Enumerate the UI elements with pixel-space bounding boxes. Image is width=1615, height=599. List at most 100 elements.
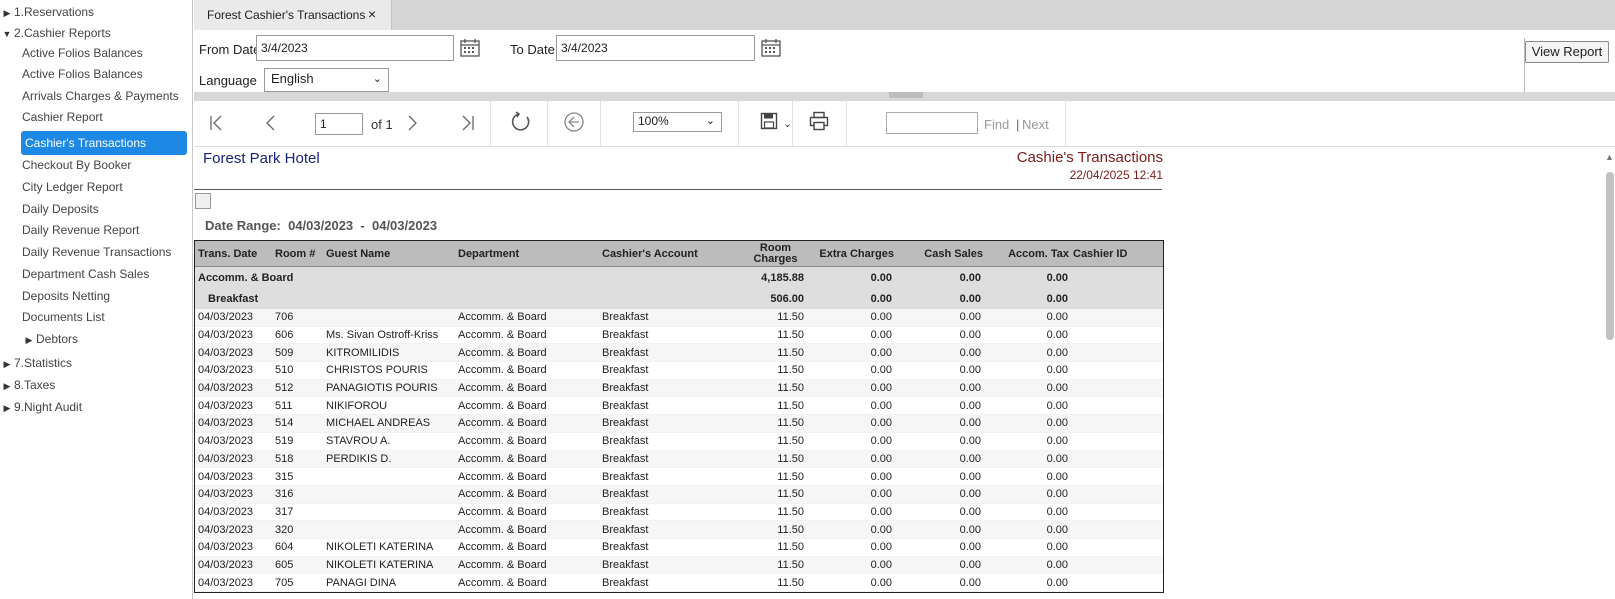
- caret-right-icon[interactable]: ▶: [0, 354, 14, 374]
- save-icon[interactable]: [760, 112, 778, 130]
- group-row: Accomm. & Board 4,185.88 0.00 0.00 0.00: [195, 267, 1163, 289]
- cashiers-account-cell: Breakfast: [602, 523, 649, 536]
- sidebar-report-item[interactable]: Deposits Netting: [22, 286, 110, 306]
- sidebar-report-item[interactable]: Department Cash Sales: [22, 264, 149, 284]
- previous-page-icon[interactable]: [262, 114, 280, 132]
- sidebar-report-item[interactable]: Daily Deposits: [22, 199, 99, 219]
- language-select[interactable]: English ⌄: [264, 68, 389, 92]
- table-row: 04/03/2023 706 Accomm. & Board Breakfast 11.…: [195, 309, 1163, 327]
- subgroup-cash-sales: 0.00: [959, 293, 981, 305]
- next-page-icon[interactable]: [403, 114, 421, 132]
- extra-charges-cell: 0.00: [870, 505, 892, 518]
- extra-charges-cell: 0.00: [870, 382, 892, 395]
- cash-sales-cell: 0.00: [959, 364, 981, 377]
- refresh-icon[interactable]: [510, 111, 532, 133]
- sidebar-report-item[interactable]: Daily Revenue Transactions: [22, 242, 171, 262]
- room-charges-cell: 11.50: [777, 505, 804, 518]
- tree-node-statistics[interactable]: ▶ 7.Statistics: [0, 353, 73, 374]
- sidebar-report-item[interactable]: Checkout By Booker: [22, 155, 131, 175]
- department-cell: Accomm. & Board: [458, 329, 547, 342]
- accom-tax-cell: 0.00: [1046, 311, 1068, 324]
- sidebar-report-item[interactable]: Daily Revenue Report: [22, 220, 139, 240]
- caret-right-icon[interactable]: ▶: [0, 3, 14, 23]
- table-row: 04/03/2023 511 NIKIFOROU Accomm. & Board Br…: [195, 397, 1163, 416]
- zoom-value: 100%: [638, 114, 669, 128]
- find-input[interactable]: [886, 112, 978, 134]
- chevron-down-icon: ⌄: [372, 73, 382, 85]
- sidebar-report-item[interactable]: Active Folios Balances: [22, 64, 143, 84]
- cash-sales-cell: 0.00: [959, 311, 981, 324]
- trans-date-cell: 04/03/2023: [198, 505, 254, 518]
- column-header: Accom. Tax: [1008, 247, 1069, 260]
- table-row: 04/03/2023 604 NIKOLETI KATERINA Accomm. & …: [195, 539, 1163, 557]
- next-link[interactable]: Next: [1022, 117, 1049, 132]
- guest-name-cell: STAVROU A.: [326, 435, 391, 448]
- caret-right-icon[interactable]: ▶: [0, 376, 14, 396]
- subgroup-row: Breakfast 506.00 0.00 0.00 0.00: [195, 289, 1163, 309]
- tree-node-reservations[interactable]: ▶ 1.Reservations: [0, 2, 95, 23]
- accom-tax-cell: 0.00: [1046, 329, 1068, 342]
- zoom-select[interactable]: 100% ⌄: [633, 112, 722, 132]
- cash-sales-cell: 0.00: [959, 576, 981, 589]
- tab-forest-cashiers-transactions[interactable]: Forest Cashier's Transactions ×: [194, 0, 392, 30]
- scrollbar-thumb[interactable]: [1606, 172, 1614, 340]
- department-cell: Accomm. & Board: [458, 435, 547, 448]
- room-charges-cell: 11.50: [777, 576, 804, 589]
- sidebar-report-item[interactable]: Arrivals Charges & Payments: [22, 86, 179, 106]
- date-range-separator: -: [360, 218, 365, 233]
- extra-charges-cell: 0.00: [870, 329, 892, 342]
- table-row: 04/03/2023 315 Accomm. & Board Breakfast 11.…: [195, 468, 1163, 486]
- sidebar-report-item[interactable]: Cashier's Transactions: [21, 131, 187, 155]
- group-room-charges: 4,185.88: [761, 272, 804, 284]
- sidebar-report-item[interactable]: Documents List: [22, 307, 105, 327]
- calendar-icon[interactable]: [761, 39, 781, 57]
- sidebar-report-item[interactable]: Active Folios Balances: [22, 43, 143, 63]
- tab-bar: Forest Cashier's Transactions ×: [194, 0, 1615, 30]
- chevron-down-icon[interactable]: ⌄: [783, 117, 792, 130]
- to-date-input[interactable]: [556, 35, 755, 61]
- tree-node-label: 8.Taxes: [14, 378, 56, 392]
- find-link[interactable]: Find: [984, 117, 1009, 132]
- tree-node-taxes[interactable]: ▶ 8.Taxes: [0, 375, 56, 396]
- page-number-input[interactable]: [315, 113, 363, 135]
- tree-node-cashier-reports[interactable]: ▼ 2.Cashier Reports: [0, 23, 111, 43]
- caret-down-icon[interactable]: ▼: [0, 24, 14, 44]
- date-range-from: 04/03/2023: [288, 218, 354, 233]
- vertical-scrollbar[interactable]: ▲: [1604, 148, 1615, 599]
- accom-tax-cell: 0.00: [1046, 576, 1068, 589]
- tree-node-night-audit[interactable]: ▶ 9.Night Audit: [0, 397, 83, 418]
- view-report-button[interactable]: View Report: [1525, 41, 1609, 63]
- column-header: Room #: [275, 247, 316, 260]
- collapse-handle[interactable]: [889, 92, 923, 98]
- cashiers-account-cell: Breakfast: [602, 505, 649, 518]
- cash-sales-cell: 0.00: [959, 399, 981, 412]
- calendar-icon[interactable]: [460, 39, 480, 57]
- subgroup-accom-tax: 0.00: [1046, 293, 1068, 305]
- scroll-up-icon[interactable]: ▲: [1605, 152, 1614, 162]
- room-number-cell: 315: [275, 470, 294, 483]
- department-cell: Accomm. & Board: [458, 364, 547, 377]
- close-icon[interactable]: ×: [368, 6, 376, 22]
- caret-right-icon[interactable]: ▶: [0, 398, 14, 418]
- cashiers-account-cell: Breakfast: [602, 382, 649, 395]
- tree-node-debtors[interactable]: ▶ Debtors: [22, 329, 79, 350]
- cashiers-account-cell: Breakfast: [602, 452, 649, 465]
- back-icon[interactable]: [563, 111, 585, 133]
- first-page-icon[interactable]: [208, 114, 226, 132]
- parameters-splitter[interactable]: [194, 92, 1615, 101]
- guest-name-cell: CHRISTOS POURIS: [326, 364, 428, 377]
- guest-name-cell: NIKOLETI KATERINA: [326, 558, 434, 571]
- from-date-input[interactable]: [256, 35, 454, 61]
- find-separator: |: [1016, 117, 1020, 132]
- print-icon[interactable]: [809, 111, 829, 131]
- column-header: Extra Charges: [819, 247, 894, 260]
- trans-date-cell: 04/03/2023: [198, 576, 254, 589]
- sidebar-report-item[interactable]: Cashier Report: [22, 107, 103, 127]
- sidebar-report-item[interactable]: City Ledger Report: [22, 177, 123, 197]
- tab-label: Forest Cashier's Transactions: [207, 8, 366, 22]
- caret-right-icon[interactable]: ▶: [22, 330, 36, 350]
- last-page-icon[interactable]: [458, 114, 476, 132]
- tree-node-label: 9.Night Audit: [14, 400, 83, 414]
- guest-name-cell: PANAGI DINA: [326, 576, 397, 589]
- guest-name-cell: PANAGIOTIS POURIS: [326, 382, 438, 395]
